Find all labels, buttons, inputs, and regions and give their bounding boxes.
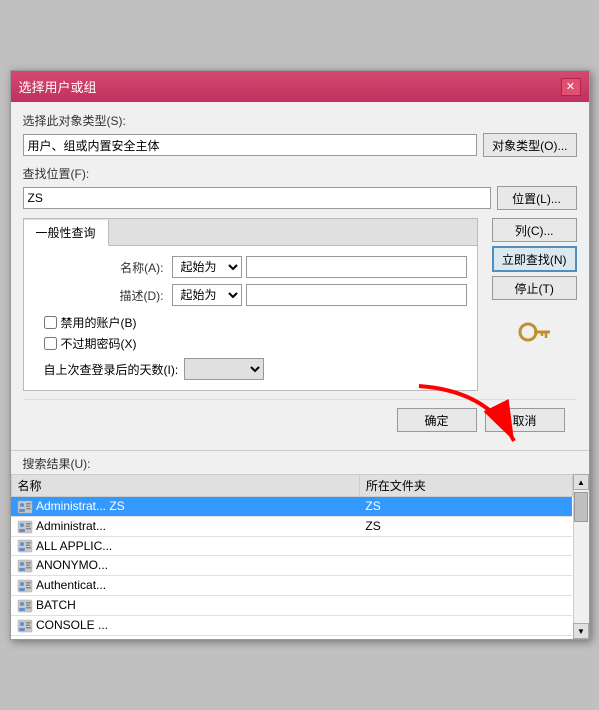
name-op-dropdown[interactable]: 起始为 — [172, 256, 242, 278]
cell-folder — [359, 576, 572, 596]
days-row: 自上次查登录后的天数(I): — [44, 358, 467, 380]
results-table-wrapper: 名称 所在文件夹 Administrat... ZSZS Administrat… — [11, 474, 589, 639]
location-input[interactable] — [23, 187, 491, 209]
name-text-input[interactable] — [246, 256, 467, 278]
table-row[interactable]: Administrat...ZS — [11, 516, 572, 536]
cell-folder — [359, 615, 572, 635]
table-row[interactable]: BATCH — [11, 596, 572, 616]
dialog-window: 选择用户或组 ✕ 选择此对象类型(S): 对象类型(O)... 查找位置(F):… — [10, 70, 590, 640]
location-label: 查找位置(F): — [23, 165, 577, 182]
no-expire-checkbox[interactable] — [44, 337, 57, 350]
object-type-row: 对象类型(O)... — [23, 133, 577, 157]
dialog-body: 选择此对象类型(S): 对象类型(O)... 查找位置(F): 位置(L)...… — [11, 102, 589, 450]
dialog-title: 选择用户或组 — [19, 77, 97, 96]
col-folder: 所在文件夹 — [359, 475, 572, 497]
cell-name: ANONYMO... — [11, 556, 359, 576]
right-buttons: 列(C)... 立即查找(N) 停止(T) — [492, 218, 577, 399]
cell-folder: ZS — [359, 497, 572, 517]
disabled-account-checkbox[interactable] — [44, 316, 57, 329]
object-type-section: 选择此对象类型(S): 对象类型(O)... — [23, 112, 577, 157]
table-row[interactable]: ANONYMO... — [11, 556, 572, 576]
results-table: 名称 所在文件夹 Administrat... ZSZS Administrat… — [11, 474, 573, 639]
close-button[interactable]: ✕ — [561, 78, 581, 96]
cell-folder — [359, 635, 572, 639]
desc-op-dropdown[interactable]: 起始为 — [172, 284, 242, 306]
cell-name: Administrat... — [11, 516, 359, 536]
scroll-up-arrow[interactable]: ▲ — [573, 474, 589, 490]
cell-name: Authenticat... — [11, 576, 359, 596]
name-label: 名称(A): — [34, 259, 164, 276]
find-now-button[interactable]: 立即查找(N) — [492, 246, 577, 272]
query-grid: 名称(A): 起始为 描述(D): 起始为 — [34, 256, 467, 306]
scroll-down-arrow[interactable]: ▼ — [573, 623, 589, 639]
table-row[interactable]: ALL APPLIC... — [11, 536, 572, 556]
col-name: 名称 — [11, 475, 359, 497]
cell-folder — [359, 536, 572, 556]
key-icon — [514, 314, 554, 354]
object-type-button[interactable]: 对象类型(O)... — [483, 133, 576, 157]
no-expire-row: 不过期密码(X) — [44, 335, 467, 352]
location-row: 位置(L)... — [23, 186, 577, 210]
cell-name: BATCH — [11, 596, 359, 616]
tab-container: 一般性查询 名称(A): 起始为 描述(D): 起始为 — [23, 218, 478, 391]
title-bar: 选择用户或组 ✕ — [11, 71, 589, 102]
table-row[interactable]: CONSOLE ... — [11, 615, 572, 635]
desc-label: 描述(D): — [34, 287, 164, 304]
tab-general-query[interactable]: 一般性查询 — [24, 220, 109, 246]
desc-text-input[interactable] — [246, 284, 467, 306]
location-section: 查找位置(F): 位置(L)... — [23, 165, 577, 210]
ok-button[interactable]: 确定 — [397, 408, 477, 432]
object-type-input[interactable] — [23, 134, 478, 156]
results-label: 搜索结果(U): — [11, 451, 589, 474]
results-section: 搜索结果(U): 名称 所在文件夹 Administrat... ZSZS — [11, 450, 589, 639]
tab-header: 一般性查询 — [24, 219, 477, 246]
cell-name: Administrat... ZS — [11, 497, 359, 517]
key-icon-area — [492, 314, 577, 354]
disabled-account-label: 禁用的账户(B) — [61, 314, 137, 331]
column-button[interactable]: 列(C)... — [492, 218, 577, 242]
cell-name: CREATOR ... — [11, 635, 359, 639]
disabled-account-row: 禁用的账户(B) — [44, 314, 467, 331]
days-dropdown[interactable] — [184, 358, 264, 380]
cell-name: CONSOLE ... — [11, 615, 359, 635]
left-area: 一般性查询 名称(A): 起始为 描述(D): 起始为 — [23, 218, 478, 399]
cell-folder — [359, 596, 572, 616]
table-container: 名称 所在文件夹 Administrat... ZSZS Administrat… — [11, 474, 573, 639]
object-type-label: 选择此对象类型(S): — [23, 112, 577, 129]
cell-name: ALL APPLIC... — [11, 536, 359, 556]
table-row[interactable]: Authenticat... — [11, 576, 572, 596]
desc-row: 起始为 — [172, 284, 467, 306]
table-row[interactable]: CREATOR ... — [11, 635, 572, 639]
name-row: 起始为 — [172, 256, 467, 278]
dialog-footer: 确定 取消 — [23, 399, 577, 440]
scrollbar[interactable]: ▲ ▼ — [573, 474, 589, 639]
main-content: 一般性查询 名称(A): 起始为 描述(D): 起始为 — [23, 218, 577, 399]
tab-content: 名称(A): 起始为 描述(D): 起始为 — [24, 246, 477, 390]
location-button[interactable]: 位置(L)... — [497, 186, 577, 210]
stop-button[interactable]: 停止(T) — [492, 276, 577, 300]
no-expire-label: 不过期密码(X) — [61, 335, 137, 352]
days-label: 自上次查登录后的天数(I): — [44, 361, 179, 378]
cell-folder — [359, 556, 572, 576]
cancel-button[interactable]: 取消 — [485, 408, 565, 432]
table-row[interactable]: Administrat... ZSZS — [11, 497, 572, 517]
scroll-thumb[interactable] — [574, 492, 588, 522]
cell-folder: ZS — [359, 516, 572, 536]
